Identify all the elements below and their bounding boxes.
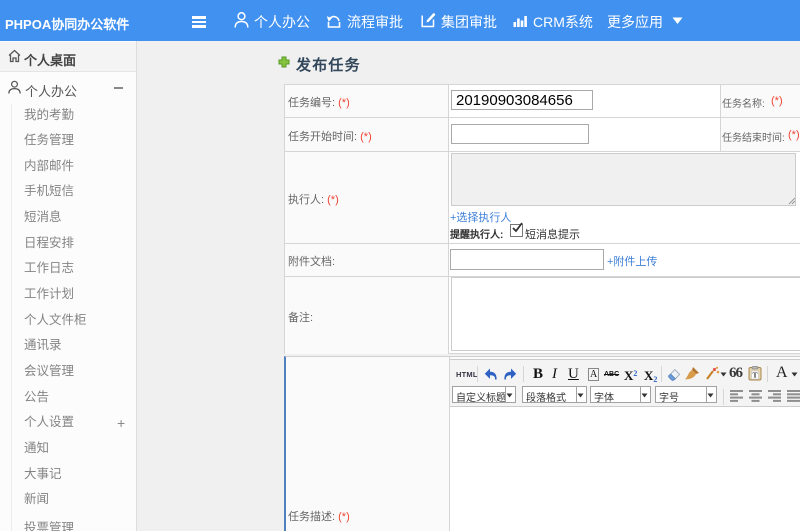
svg-text:T: T: [752, 371, 757, 380]
